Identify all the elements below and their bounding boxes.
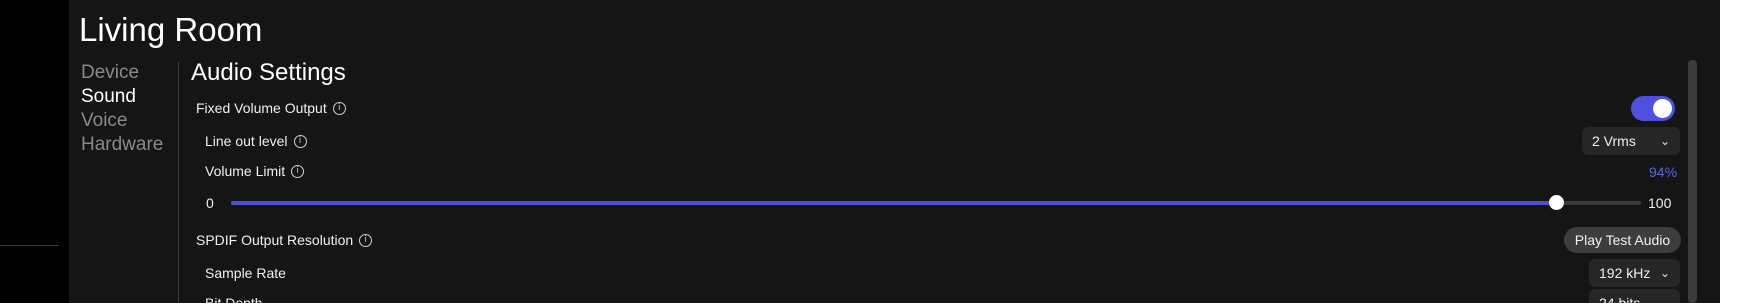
scrollbar[interactable] (1688, 60, 1697, 303)
fixed-volume-toggle[interactable] (1631, 96, 1675, 121)
settings-window: Living Room Device Sound Voice Hardware … (69, 0, 1720, 303)
left-panel-divider (0, 245, 59, 246)
info-icon[interactable]: i (293, 134, 307, 148)
slider-thumb[interactable] (1549, 195, 1565, 210)
line-out-label: Line out level (205, 133, 288, 149)
sample-rate-value: 192 kHz (1599, 265, 1651, 281)
fixed-volume-row: Fixed Volume Output i (196, 99, 346, 117)
sample-rate-row: Sample Rate (205, 264, 286, 282)
bit-depth-label: Bit Depth (205, 295, 263, 303)
play-test-audio-button[interactable]: Play Test Audio (1564, 227, 1681, 253)
fixed-volume-label: Fixed Volume Output (196, 100, 327, 116)
sample-rate-label: Sample Rate (205, 265, 286, 281)
nav-item-device[interactable]: Device (81, 61, 163, 85)
bit-depth-value: 24 bits (1599, 295, 1641, 303)
spdif-label: SPDIF Output Resolution (196, 232, 354, 248)
nav-item-hardware[interactable]: Hardware (81, 133, 163, 157)
left-panel (0, 0, 69, 303)
section-title: Audio Settings (191, 59, 346, 86)
slider-min-label: 0 (206, 195, 214, 211)
line-out-value: 2 Vrms (1592, 133, 1636, 149)
slider-max-label: 100 (1648, 195, 1672, 211)
bit-depth-row: Bit Depth (205, 294, 263, 303)
volume-limit-row: Volume Limit i (205, 162, 305, 180)
chevron-down-icon: ⌄ (1659, 134, 1670, 148)
nav-item-sound[interactable]: Sound (81, 85, 163, 109)
toggle-knob (1653, 99, 1672, 118)
chevron-down-icon: ⌄ (1659, 296, 1670, 303)
line-out-select[interactable]: 2 Vrms ⌄ (1582, 127, 1680, 155)
slider-fill (231, 201, 1557, 205)
nav-item-voice[interactable]: Voice (81, 109, 163, 133)
volume-limit-value: 94% (1649, 164, 1678, 180)
volume-limit-label: Volume Limit (205, 163, 286, 179)
info-icon[interactable]: i (359, 233, 373, 247)
info-icon[interactable]: i (332, 101, 346, 115)
spdif-row: SPDIF Output Resolution i (196, 231, 373, 249)
sample-rate-select[interactable]: 192 kHz ⌄ (1589, 259, 1680, 287)
info-icon[interactable]: i (291, 164, 305, 178)
chevron-down-icon: ⌄ (1659, 266, 1670, 280)
bit-depth-select[interactable]: 24 bits ⌄ (1589, 289, 1680, 303)
audio-settings-panel: Audio Settings Fixed Volume Output i Lin… (179, 0, 1699, 303)
volume-limit-slider[interactable] (231, 195, 1641, 210)
line-out-row: Line out level i (205, 132, 307, 150)
settings-nav: Device Sound Voice Hardware (81, 61, 163, 157)
